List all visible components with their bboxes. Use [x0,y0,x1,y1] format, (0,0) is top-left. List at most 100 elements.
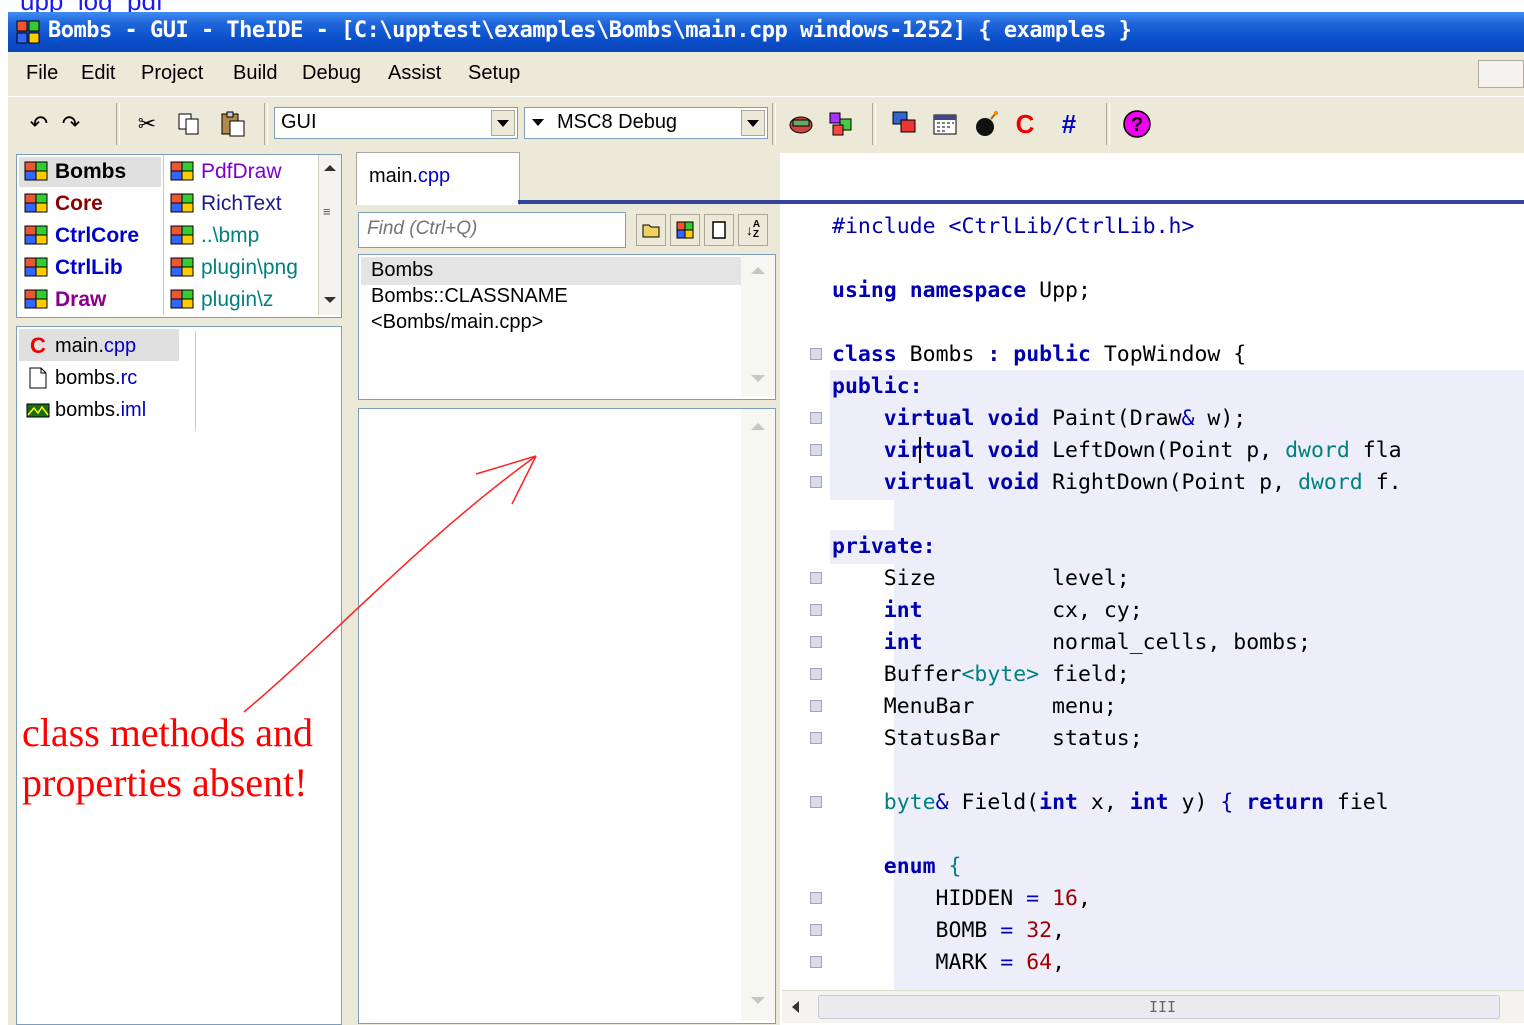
code-line: public: [832,374,923,399]
file-item-main-cpp[interactable]: C main. cpp [25,331,136,361]
package-item-draw[interactable]: Draw [23,285,106,315]
package-list-scrollbar[interactable]: ≡ [318,155,341,315]
line-marker-icon[interactable] [810,700,822,712]
package-item-core[interactable]: Core [23,189,103,219]
chevron-down-icon[interactable] [491,110,515,136]
navigator-search-input[interactable] [365,213,619,245]
build-mode-arrow-icon[interactable] [527,110,549,134]
line-marker-icon[interactable] [810,572,822,584]
menu-file[interactable]: File [26,62,58,85]
line-marker-icon[interactable] [810,476,822,488]
file-name: main. [55,334,104,357]
line-marker-icon[interactable] [810,924,822,936]
annotation-text: class methods and properties absent! [22,708,313,808]
redo-icon[interactable]: ↷ [54,107,88,141]
scroll-down-icon[interactable] [751,375,765,382]
scrollbar-thumb[interactable]: III [818,995,1500,1019]
menu-bar-field[interactable] [1478,60,1524,88]
folder-icon[interactable] [636,214,666,246]
navigator-list: Bombs Bombs::CLASSNAME <Bombs/main.cpp> [358,254,776,400]
package-item-ctrllib[interactable]: CtrlLib [23,253,123,283]
document-icon [25,366,51,390]
file-item-bombs-iml[interactable]: bombs. iml [25,395,146,425]
tab-main-cpp[interactable]: main.cpp [356,152,520,205]
sort-icon[interactable]: ↓ A Z [738,214,768,246]
menu-bar: File Edit Project Build Debug Assist Set… [8,52,1524,96]
package-label: Core [55,192,103,215]
navigator-item[interactable]: Bombs::CLASSNAME [371,285,568,308]
chevron-down-icon[interactable] [741,110,765,136]
line-marker-icon[interactable] [810,796,822,808]
build-icon[interactable] [784,107,818,141]
file-list-divider [195,331,196,431]
package-item-pdfdraw[interactable]: PdfDraw [169,157,282,187]
line-marker-icon[interactable] [810,604,822,616]
package-item-plugin-png[interactable]: plugin\png [169,253,298,283]
build-config-combo[interactable]: MSC8 Debug [524,107,768,139]
editor-horizontal-scrollbar[interactable]: III [782,990,1524,1023]
file-item-bombs-rc[interactable]: bombs. rc [25,363,137,393]
line-marker-icon[interactable] [810,412,822,424]
package-item-richtext[interactable]: RichText [169,189,282,219]
navigator-list-scrollbar[interactable] [741,255,775,397]
package-filter-icon[interactable] [670,214,700,246]
file-ext: iml [120,398,147,421]
package-label: RichText [201,192,282,215]
scroll-grip-icon[interactable]: ≡ [323,205,335,229]
code-line: Size level; [832,566,1130,591]
bomb-icon[interactable] [970,107,1004,141]
code-line: MARK = 64, [832,950,1066,975]
navigator-search-box[interactable] [358,212,626,248]
package-icon [24,161,48,181]
line-marker-icon[interactable] [810,444,822,456]
line-marker-icon[interactable] [810,892,822,904]
menu-edit[interactable]: Edit [81,62,115,85]
calendar-layout-icon[interactable] [928,107,962,141]
toolbar: ↶ ↷ ✂ GUI MSC8 Debug C # ? [8,96,1524,153]
scroll-down-icon[interactable] [324,297,336,303]
line-marker-icon[interactable] [810,732,822,744]
scroll-down-icon[interactable] [751,997,765,1004]
hash-icon[interactable]: # [1052,107,1086,141]
code-line: virtual void Paint(Draw& w); [883,406,1247,431]
scroll-left-icon[interactable] [792,1001,799,1013]
package-organizer-icon[interactable] [888,107,922,141]
menu-debug[interactable]: Debug [302,62,361,85]
title-bar: Bombs - GUI - TheIDE - [C:\upptest\examp… [8,12,1524,52]
menu-project[interactable]: Project [141,62,203,85]
package-list: Bombs Core CtrlCore CtrlLib Draw PdfDraw… [16,154,342,318]
code-line: private: [832,534,936,559]
members-list-scrollbar[interactable] [741,409,775,1021]
main-package-combo[interactable]: GUI [274,107,518,139]
fold-marker-icon[interactable] [810,348,822,360]
package-label: Draw [55,288,107,311]
menu-setup[interactable]: Setup [468,62,520,85]
undo-icon[interactable]: ↶ [22,107,56,141]
line-marker-icon[interactable] [810,636,822,648]
c-file-icon[interactable]: C [1008,107,1042,141]
scroll-up-icon[interactable] [751,267,765,274]
annotation-line: class methods and [22,710,314,755]
package-item-ctrlcore[interactable]: CtrlCore [23,221,139,251]
code-line: HIDDEN = 16, [832,886,1091,911]
menu-assist[interactable]: Assist [388,62,441,85]
package-item-bombs[interactable]: Bombs [23,157,126,187]
line-marker-icon[interactable] [810,956,822,968]
help-icon[interactable]: ? [1120,107,1154,141]
build-file-icon[interactable] [824,107,858,141]
copy-icon[interactable] [172,107,206,141]
paste-icon[interactable] [216,107,250,141]
scroll-up-icon[interactable] [324,165,336,171]
package-item-plugin-z[interactable]: plugin\z [169,285,273,315]
scroll-up-icon[interactable] [751,423,765,430]
navigator-members-list [358,408,776,1024]
file-filter-icon[interactable] [704,214,734,246]
package-item-bmp[interactable]: ..\bmp [169,221,259,251]
navigator-item[interactable]: Bombs [371,259,433,282]
package-label: plugin\z [201,288,274,311]
line-marker-icon[interactable] [810,668,822,680]
cut-icon[interactable]: ✂ [130,107,164,141]
menu-build[interactable]: Build [233,62,277,85]
navigator-item[interactable]: <Bombs/main.cpp> [371,311,543,334]
tab-file-ext: cpp [417,165,451,187]
